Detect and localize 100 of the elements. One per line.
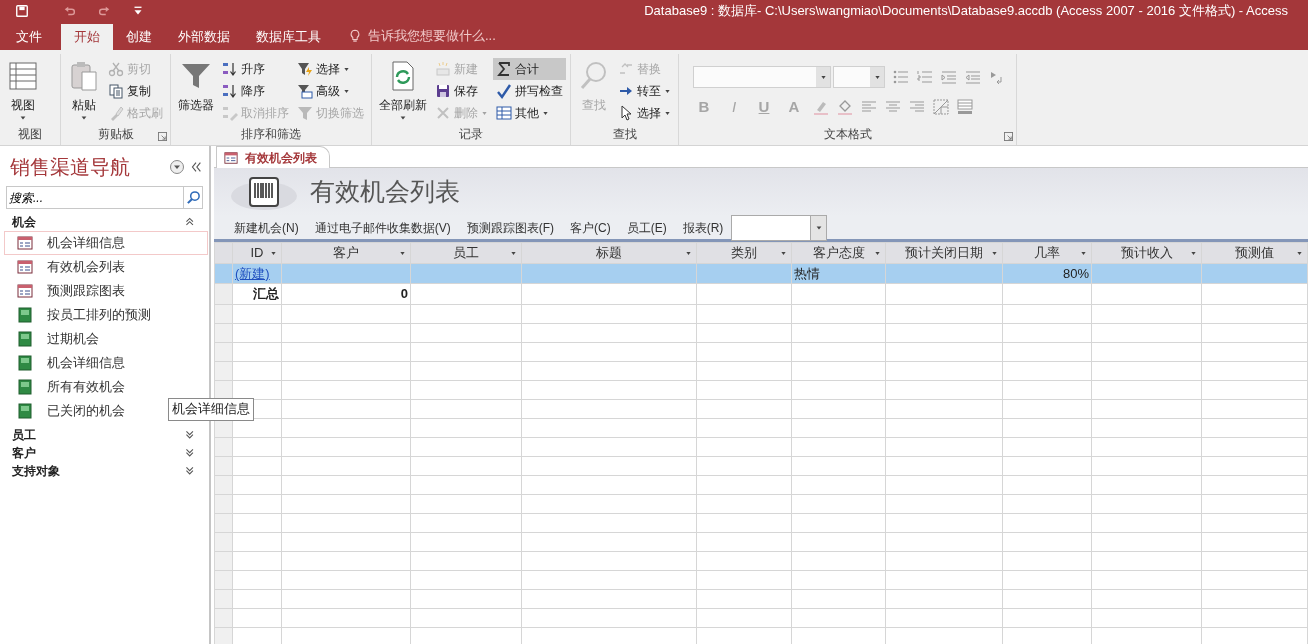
collapse-icon[interactable] <box>189 160 203 174</box>
barcode-logo-icon <box>230 174 300 210</box>
sort-ascending-icon <box>222 61 238 77</box>
form-icon <box>17 259 33 275</box>
form-icon <box>223 150 239 165</box>
numbered-list-icon[interactable] <box>917 69 933 85</box>
ribbon-button[interactable]: 拼写检查 <box>493 80 566 102</box>
column-header[interactable]: 类别 <box>696 242 792 263</box>
sort-descending-icon <box>222 83 238 99</box>
ribbon-button[interactable]: 升序 <box>219 58 292 80</box>
ribbon-button[interactable]: 转至 <box>615 80 674 102</box>
caret-icon <box>399 114 407 122</box>
gridlines-icon[interactable] <box>933 99 949 115</box>
cursor-icon <box>618 105 634 121</box>
highlighter-icon[interactable] <box>813 99 829 115</box>
caret-icon <box>343 65 350 73</box>
ribbon-tab[interactable]: 数据库工具 <box>243 24 334 50</box>
outdent-icon[interactable] <box>965 69 981 85</box>
caret-icon <box>814 223 823 232</box>
toolbar-link[interactable]: 新建机会(N) <box>234 218 299 237</box>
ribbon-button[interactable]: 筛选器 <box>175 58 217 125</box>
table-icon <box>496 105 512 121</box>
document-tab[interactable]: 有效机会列表 <box>216 146 330 168</box>
group-header[interactable]: 支持对象 <box>12 462 60 480</box>
caret-icon <box>481 109 488 117</box>
align-center-icon[interactable] <box>885 99 901 115</box>
caret-icon <box>991 250 998 257</box>
report-icon <box>17 331 33 347</box>
group-label: 排序和筛选 <box>240 126 302 143</box>
toolbar-link[interactable]: 员工(E) <box>626 218 667 237</box>
align-right-icon[interactable] <box>909 99 925 115</box>
save-icon[interactable] <box>15 4 29 18</box>
toolbar-link[interactable]: 通过电子邮件收集数据(V) <box>314 218 451 237</box>
group-header[interactable]: 机会 <box>12 213 36 231</box>
ribbon-button[interactable]: 全部刷新 <box>376 58 430 125</box>
caret-icon <box>685 250 692 257</box>
nav-item[interactable]: 所有有效机会 <box>4 375 208 399</box>
column-header[interactable]: 客户态度 <box>791 242 886 263</box>
bullet-list-icon[interactable] <box>893 69 909 85</box>
form-icon <box>17 235 33 251</box>
ribbon-button[interactable]: 保存 <box>432 80 491 102</box>
group-header[interactable]: 员工 <box>12 426 36 444</box>
indent-icon[interactable] <box>941 69 957 85</box>
column-header[interactable]: 几率 <box>1002 242 1092 263</box>
redo-icon[interactable] <box>97 4 111 18</box>
nav-item[interactable]: 机会详细信息 <box>4 351 208 375</box>
ribbon-button[interactable]: 选择 <box>615 102 674 124</box>
ribbon-button[interactable]: 粘贴 <box>65 58 103 125</box>
replace-icon <box>618 61 634 77</box>
nav-item[interactable]: 预测跟踪图表 <box>4 279 208 303</box>
caret-icon <box>1190 250 1197 257</box>
group-label: 记录 <box>458 126 484 143</box>
column-header[interactable]: 员工 <box>410 242 522 263</box>
paragraph-direction-icon[interactable] <box>989 69 1005 85</box>
nav-item[interactable]: 机会详细信息 <box>4 231 208 255</box>
column-header[interactable]: 客户 <box>281 242 411 263</box>
ribbon-button[interactable]: 降序 <box>219 80 292 102</box>
dialog-launcher-icon[interactable] <box>1004 132 1013 141</box>
ribbon-button[interactable]: 合计 <box>493 58 566 80</box>
nav-item[interactable]: 过期机会 <box>4 327 208 351</box>
ribbon-tab[interactable]: 创建 <box>113 24 165 50</box>
align-left-icon[interactable] <box>861 99 877 115</box>
ribbon-button[interactable]: 其他 <box>493 102 566 124</box>
search-icon <box>185 190 201 205</box>
dropdown-icon[interactable] <box>169 159 185 175</box>
record-selector[interactable] <box>214 283 233 304</box>
nav-item[interactable]: 有效机会列表 <box>4 255 208 279</box>
search-button[interactable] <box>183 186 203 209</box>
group-header[interactable]: 客户 <box>12 444 36 462</box>
tell-me-field[interactable]: 告诉我您想要做什么... <box>366 25 516 47</box>
font-size-combo[interactable] <box>833 66 885 88</box>
caret-icon <box>873 73 881 81</box>
font-combo[interactable] <box>693 66 831 88</box>
column-header[interactable]: 预测值 <box>1201 242 1308 263</box>
report-combo[interactable] <box>731 214 828 241</box>
search-field[interactable]: 搜索... <box>6 186 183 209</box>
ribbon-tab[interactable]: 文件 <box>3 24 55 50</box>
delete-icon <box>435 105 451 121</box>
ribbon-tab[interactable]: 外部数据 <box>165 24 243 50</box>
ribbon-tab[interactable]: 开始 <box>61 24 113 50</box>
report-icon <box>17 379 33 395</box>
dialog-launcher-icon[interactable] <box>158 132 167 141</box>
ribbon-button[interactable]: 选择 <box>294 58 367 80</box>
fill-bucket-icon[interactable] <box>837 99 853 115</box>
toolbar-link[interactable]: 预测跟踪图表(F) <box>466 218 554 237</box>
alternate-row-color-icon[interactable] <box>957 99 973 115</box>
column-header[interactable]: 标题 <box>521 242 697 263</box>
ribbon-button[interactable]: 视图 <box>4 58 42 125</box>
column-header[interactable]: 预计关闭日期 <box>885 242 1003 263</box>
ribbon-button[interactable]: 高级 <box>294 80 367 102</box>
ribbon-button[interactable]: 复制 <box>105 80 166 102</box>
table-cell: 汇总 <box>232 283 282 304</box>
report-label[interactable]: 报表(R) <box>682 218 724 237</box>
column-header[interactable]: 预计收入 <box>1091 242 1202 263</box>
funnel-icon <box>297 105 313 121</box>
sigma-icon <box>496 61 512 77</box>
undo-icon[interactable] <box>63 4 77 18</box>
nav-item[interactable]: 按员工排列的预测 <box>4 303 208 327</box>
toolbar-link[interactable]: 客户(C) <box>570 218 611 237</box>
column-header[interactable]: ID <box>232 242 282 263</box>
